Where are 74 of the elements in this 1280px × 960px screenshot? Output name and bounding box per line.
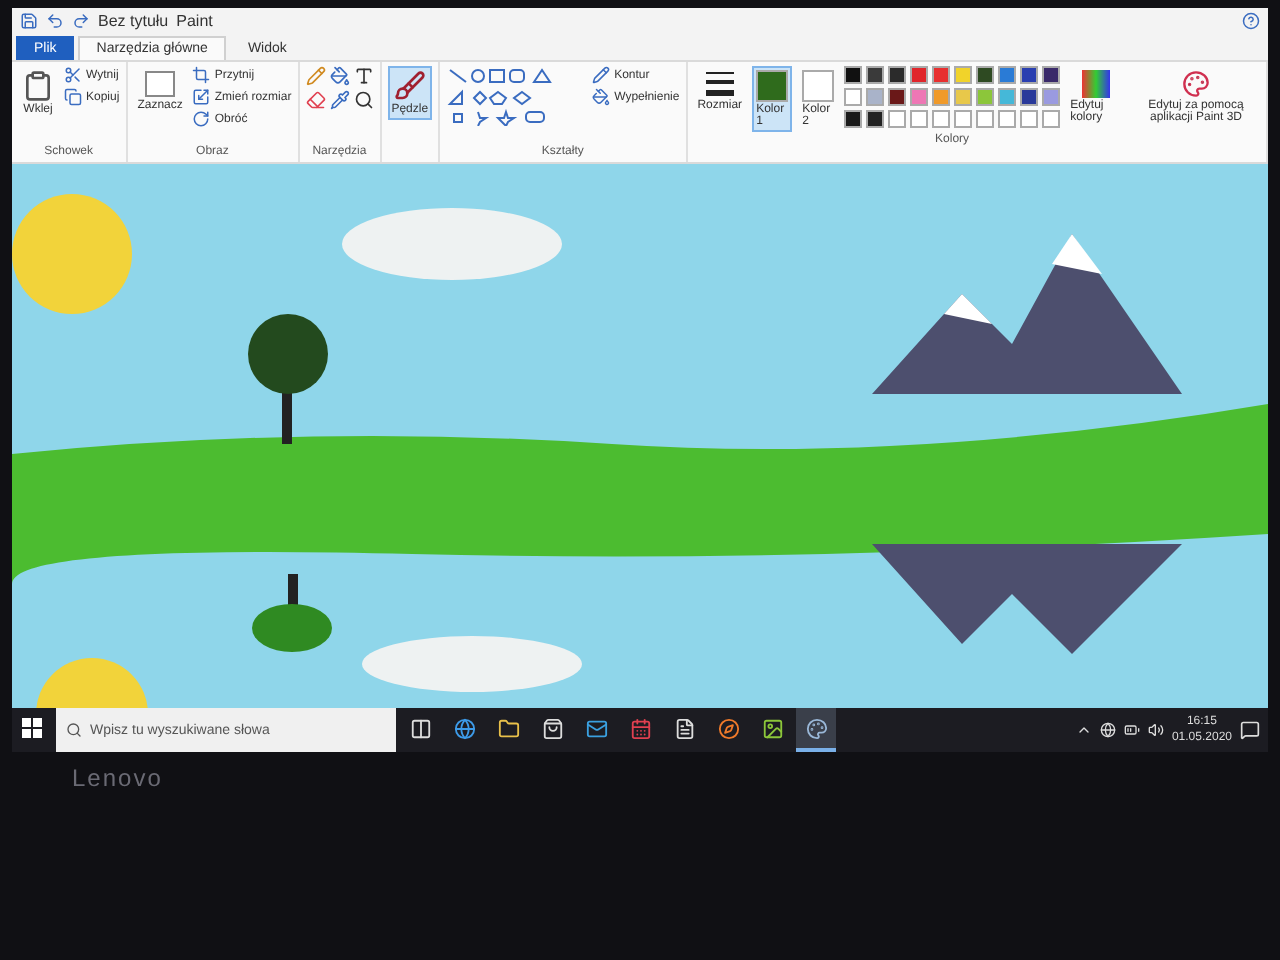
compass-icon	[717, 717, 739, 739]
color-swatch[interactable]	[1042, 88, 1061, 106]
picture-icon	[761, 717, 783, 739]
color-swatch[interactable]	[954, 66, 973, 84]
color-swatch[interactable]	[866, 88, 885, 106]
laptop-logo: Lenovo	[72, 764, 163, 792]
undo-icon	[46, 12, 64, 30]
color-swatch[interactable]	[976, 88, 995, 106]
crop-icon	[192, 66, 211, 84]
color-swatch[interactable]	[976, 66, 995, 84]
color-swatch[interactable]	[954, 88, 973, 106]
selection-rectangle-icon	[144, 70, 177, 98]
battery-icon	[1123, 722, 1140, 738]
pipette-icon	[329, 90, 350, 110]
color-swatch[interactable]	[998, 66, 1017, 84]
color-swatch[interactable]	[976, 110, 995, 128]
color-swatch[interactable]	[1020, 88, 1039, 106]
pencil-icon	[305, 66, 326, 86]
rotate-icon	[192, 110, 211, 128]
notifications-icon	[1240, 720, 1260, 740]
color-spectrum-icon	[1082, 70, 1111, 98]
windows-logo-icon	[22, 718, 42, 738]
color-swatch[interactable]	[866, 66, 885, 84]
search-icon	[66, 722, 82, 738]
scissors-icon	[64, 66, 82, 84]
color-swatch[interactable]	[932, 88, 951, 106]
help-icon	[1242, 12, 1260, 30]
color-swatch[interactable]	[998, 110, 1017, 128]
globe-icon	[453, 717, 475, 739]
color-swatch[interactable]	[932, 66, 951, 84]
speaker-icon	[1147, 722, 1164, 738]
document-title: Bez tytułu	[98, 12, 169, 30]
network-icon	[1099, 722, 1116, 738]
chevron-up-icon	[1075, 722, 1092, 738]
palette-icon	[805, 717, 827, 739]
color-swatch[interactable]	[888, 110, 907, 128]
mail-icon	[585, 717, 607, 739]
color-swatch[interactable]	[1020, 66, 1039, 84]
color-swatch[interactable]	[1042, 110, 1061, 128]
color-swatch[interactable]	[1020, 110, 1039, 128]
clipboard-icon	[22, 70, 54, 102]
eraser-icon	[305, 90, 326, 110]
color-swatch[interactable]	[888, 66, 907, 84]
line-sizes-icon	[705, 70, 734, 98]
text-icon	[353, 66, 374, 86]
color-swatch[interactable]	[844, 88, 863, 106]
magnifier-icon	[353, 90, 374, 110]
color-swatch[interactable]	[998, 88, 1017, 106]
task-view-icon	[409, 717, 431, 739]
shopping-bag-icon	[541, 717, 563, 739]
color-swatch[interactable]	[866, 110, 885, 128]
color-swatch[interactable]	[888, 88, 907, 106]
color-swatch[interactable]	[844, 110, 863, 128]
document-icon	[673, 717, 695, 739]
color-swatch[interactable]	[910, 66, 929, 84]
copy-icon	[64, 88, 82, 106]
color-swatch[interactable]	[844, 66, 863, 84]
color-swatch[interactable]	[932, 110, 951, 128]
palette-icon	[1182, 70, 1210, 98]
folder-icon	[497, 717, 519, 739]
calendar-icon	[629, 717, 651, 739]
resize-icon	[192, 88, 211, 106]
save-icon	[20, 12, 38, 30]
paint-bucket-icon	[329, 66, 350, 86]
color-swatch[interactable]	[910, 110, 929, 128]
bucket-icon	[592, 88, 611, 106]
color-swatch[interactable]	[954, 110, 973, 128]
color-swatch[interactable]	[1042, 66, 1061, 84]
pen-icon	[592, 66, 611, 84]
app-title: Paint	[176, 12, 213, 30]
taskbar-app-button[interactable]	[796, 708, 836, 752]
brush-icon	[393, 70, 426, 102]
redo-icon	[72, 12, 90, 30]
color-swatch[interactable]	[910, 88, 929, 106]
